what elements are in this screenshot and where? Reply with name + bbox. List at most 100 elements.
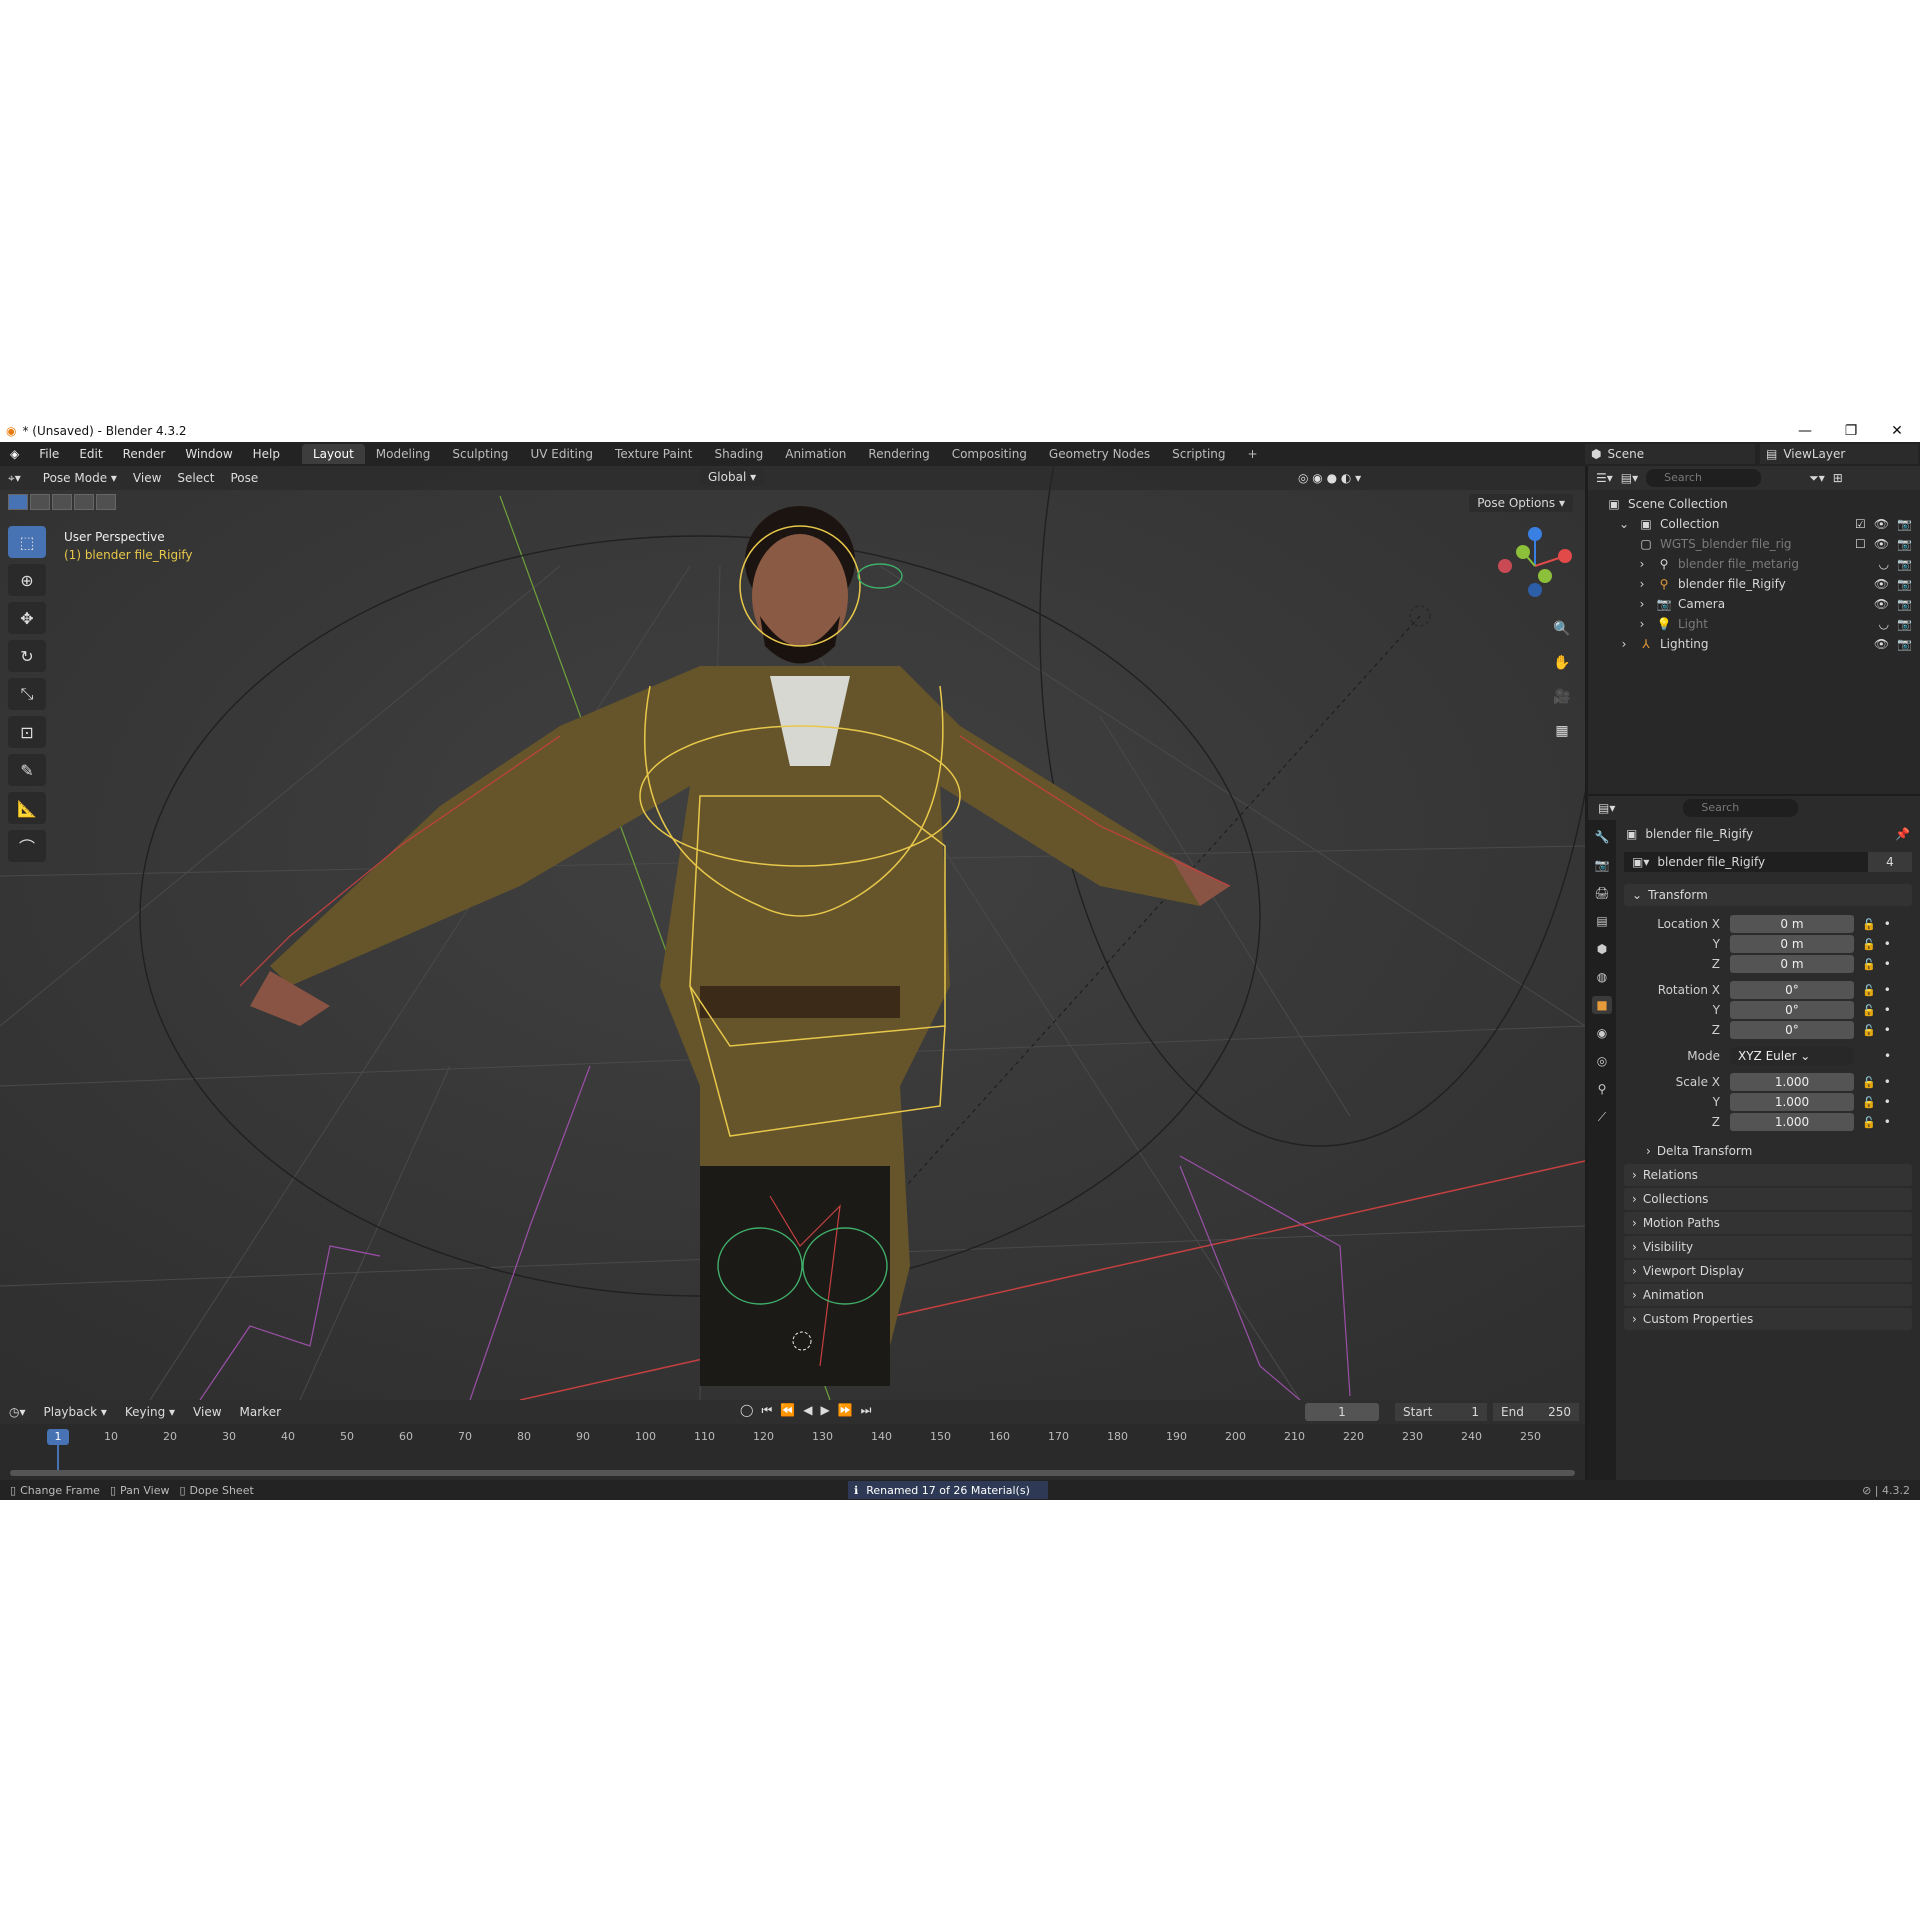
- chevron-right-icon[interactable]: ›: [1634, 577, 1650, 591]
- menu-edit[interactable]: Edit: [69, 447, 112, 461]
- tab-texture-paint[interactable]: Texture Paint: [604, 444, 703, 464]
- 3d-viewport[interactable]: ⌖▾ Pose Mode ▾ View Select Pose Global ▾…: [0, 466, 1585, 1400]
- custom-properties-panel-header[interactable]: › Custom Properties: [1624, 1308, 1912, 1330]
- outliner-row-camera[interactable]: › 📷 Camera 👁 📷: [1588, 594, 1920, 614]
- rotation-y-field[interactable]: 0°: [1730, 1001, 1854, 1019]
- keyframe-dot-icon[interactable]: •: [1884, 1075, 1891, 1089]
- lock-icon[interactable]: 🔓: [1862, 1024, 1876, 1037]
- outliner-row-lighting[interactable]: › ⅄ Lighting 👁 📷: [1588, 634, 1920, 654]
- status-message[interactable]: ℹ Renamed 17 of 26 Material(s): [848, 1481, 1048, 1499]
- menu-marker[interactable]: Marker: [231, 1403, 290, 1421]
- tab-shading[interactable]: Shading: [703, 444, 774, 464]
- keyframe-dot-icon[interactable]: •: [1884, 1095, 1891, 1109]
- object-name-field[interactable]: ▣▾ blender file_Rigify 4: [1624, 852, 1912, 872]
- tab-rendering[interactable]: Rendering: [857, 444, 940, 464]
- camera-render-icon[interactable]: 📷: [1897, 537, 1912, 551]
- world-tab-icon[interactable]: ◍: [1592, 968, 1612, 986]
- output-tab-icon[interactable]: 🖨: [1592, 884, 1612, 902]
- keyframe-dot-icon[interactable]: •: [1884, 983, 1891, 997]
- location-x-field[interactable]: 0 m: [1730, 915, 1854, 933]
- viewport-shading-icons[interactable]: ◎ ◉ ● ◐ ▾: [1290, 469, 1369, 487]
- restore-button[interactable]: ❐: [1828, 420, 1874, 442]
- outliner-row-light[interactable]: › 💡 Light ◡ 📷: [1588, 614, 1920, 634]
- menu-playback[interactable]: Playback ▾: [35, 1403, 116, 1421]
- relax-pose-tool-icon[interactable]: ⌒: [8, 830, 46, 862]
- chevron-right-icon[interactable]: ›: [1616, 637, 1632, 651]
- orientation-selector[interactable]: Global ▾: [700, 468, 765, 486]
- lock-icon[interactable]: 🔓: [1862, 958, 1876, 971]
- view-layer-selector[interactable]: ▤ ViewLayer: [1760, 444, 1918, 464]
- jump-end-icon[interactable]: ⏭: [861, 1403, 872, 1418]
- eye-icon[interactable]: 👁: [1874, 637, 1889, 651]
- physics-tab-icon[interactable]: ◎: [1592, 1052, 1612, 1070]
- keyframe-dot-icon[interactable]: •: [1884, 1115, 1891, 1129]
- camera-render-icon[interactable]: 📷: [1897, 637, 1912, 651]
- menu-view[interactable]: View: [125, 469, 169, 487]
- new-collection-icon[interactable]: ⊞: [1833, 471, 1843, 485]
- play-icon[interactable]: ▶: [820, 1403, 829, 1418]
- current-frame-field[interactable]: 1: [1305, 1403, 1379, 1421]
- users-count[interactable]: 4: [1868, 852, 1912, 872]
- add-workspace-button[interactable]: +: [1237, 444, 1269, 464]
- select-mode-intersect-icon[interactable]: [96, 494, 116, 510]
- keyframe-dot-icon[interactable]: •: [1884, 957, 1891, 971]
- eye-icon[interactable]: 👁: [1874, 517, 1889, 531]
- animation-panel-header[interactable]: › Animation: [1624, 1284, 1912, 1306]
- rotation-mode-select[interactable]: XYZ Euler ⌄: [1730, 1047, 1854, 1065]
- collections-panel-header[interactable]: › Collections: [1624, 1188, 1912, 1210]
- lock-icon[interactable]: 🔓: [1862, 984, 1876, 997]
- menu-timeline-view[interactable]: View: [184, 1403, 230, 1421]
- timeline-editor-icon[interactable]: ◷▾: [0, 1403, 35, 1421]
- camera-view-icon[interactable]: 🎥: [1548, 684, 1576, 710]
- select-mode-subtract-icon[interactable]: [52, 494, 72, 510]
- lock-icon[interactable]: 🔓: [1862, 938, 1876, 951]
- eye-icon[interactable]: 👁: [1874, 577, 1889, 591]
- outliner-row-metarig[interactable]: › ⚲ blender file_metarig ◡ 📷: [1588, 554, 1920, 574]
- measure-tool-icon[interactable]: 📐: [8, 792, 46, 824]
- selection-mode-buttons[interactable]: [8, 494, 116, 510]
- pin-icon[interactable]: 📌: [1895, 827, 1910, 841]
- menu-file[interactable]: File: [29, 447, 69, 461]
- transform-panel-header[interactable]: ⌄ Transform: [1624, 884, 1912, 906]
- pan-hand-icon[interactable]: ✋: [1548, 650, 1576, 676]
- auto-keying-icon[interactable]: ◯: [740, 1403, 753, 1418]
- checkbox-icon[interactable]: ☐: [1855, 537, 1866, 551]
- scale-y-field[interactable]: 1.000: [1730, 1093, 1854, 1111]
- tab-animation[interactable]: Animation: [774, 444, 857, 464]
- rotation-x-field[interactable]: 0°: [1730, 981, 1854, 999]
- lock-icon[interactable]: 🔓: [1862, 918, 1876, 931]
- relations-panel-header[interactable]: › Relations: [1624, 1164, 1912, 1186]
- visibility-panel-header[interactable]: › Visibility: [1624, 1236, 1912, 1258]
- chevron-right-icon[interactable]: ›: [1634, 597, 1650, 611]
- select-mode-extend-icon[interactable]: [30, 494, 50, 510]
- rotate-tool-icon[interactable]: ↻: [8, 640, 46, 672]
- select-box-tool-icon[interactable]: ⬚: [8, 526, 46, 558]
- minimize-button[interactable]: —: [1782, 420, 1828, 442]
- tab-compositing[interactable]: Compositing: [941, 444, 1038, 464]
- camera-render-icon[interactable]: 📷: [1897, 517, 1912, 531]
- tab-uv-editing[interactable]: UV Editing: [519, 444, 604, 464]
- scene-selector[interactable]: ⬢ Scene: [1585, 444, 1755, 464]
- chevron-right-icon[interactable]: ›: [1634, 557, 1650, 571]
- viewport-display-panel-header[interactable]: › Viewport Display: [1624, 1260, 1912, 1282]
- lock-icon[interactable]: 🔓: [1862, 1004, 1876, 1017]
- start-frame-field[interactable]: Start 1: [1395, 1403, 1487, 1421]
- rotation-z-field[interactable]: 0°: [1730, 1021, 1854, 1039]
- lock-icon[interactable]: 🔓: [1862, 1076, 1876, 1089]
- delta-transform-header[interactable]: › Delta Transform: [1638, 1140, 1912, 1162]
- play-reverse-icon[interactable]: ◀: [803, 1403, 812, 1418]
- tab-sculpting[interactable]: Sculpting: [441, 444, 519, 464]
- checkbox-icon[interactable]: ☑: [1855, 517, 1866, 531]
- location-y-field[interactable]: 0 m: [1730, 935, 1854, 953]
- menu-keying[interactable]: Keying ▾: [116, 1403, 184, 1421]
- eye-icon[interactable]: 👁: [1874, 597, 1889, 611]
- view-layer-tab-icon[interactable]: ▤: [1592, 912, 1612, 930]
- camera-render-icon[interactable]: 📷: [1897, 577, 1912, 591]
- camera-render-icon[interactable]: 📷: [1897, 617, 1912, 631]
- tab-modeling[interactable]: Modeling: [365, 444, 442, 464]
- blender-menu-icon[interactable]: ◈: [0, 447, 29, 461]
- timeline-scrollbar[interactable]: [10, 1470, 1575, 1476]
- jump-start-icon[interactable]: ⏮: [761, 1403, 772, 1418]
- keyframe-dot-icon[interactable]: •: [1884, 1049, 1891, 1063]
- scale-x-field[interactable]: 1.000: [1730, 1073, 1854, 1091]
